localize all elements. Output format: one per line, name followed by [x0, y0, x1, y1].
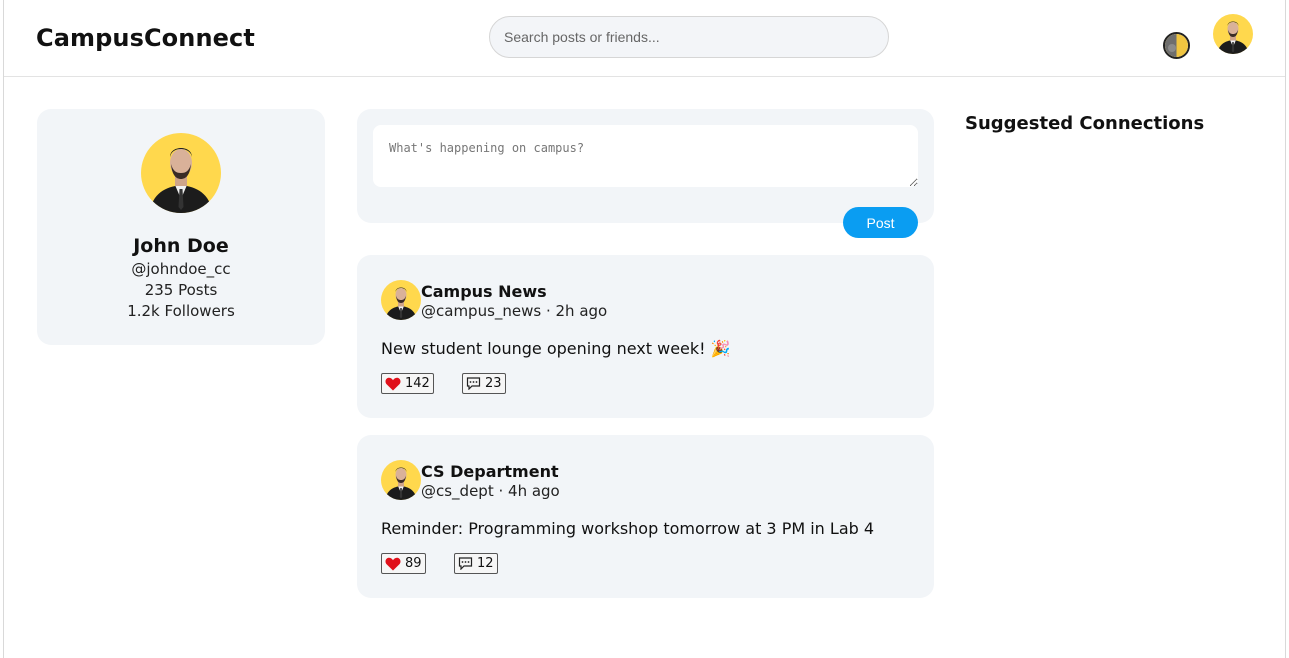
comment-button[interactable]: 12 [454, 553, 498, 574]
heart-icon [385, 377, 401, 390]
profile-followers-count: 1.2k Followers [127, 302, 235, 320]
profile-avatar[interactable] [141, 133, 221, 213]
comment-bubble-icon [466, 377, 481, 390]
like-button[interactable]: 89 [381, 553, 426, 574]
post-body: New student lounge opening next week! 🎉 [381, 339, 731, 358]
profile-posts-count: 235 Posts [144, 281, 218, 299]
like-count: 89 [405, 556, 422, 571]
profile-name: John Doe [133, 235, 229, 257]
half-moon-icon [1165, 34, 1188, 57]
top-navigation-bar: CampusConnect [4, 0, 1285, 77]
compose-textarea[interactable] [373, 125, 918, 187]
author-avatar-icon [381, 280, 421, 320]
post-meta: @campus_news · 2h ago [421, 302, 608, 320]
brand-logo[interactable]: CampusConnect [36, 24, 255, 52]
user-menu-avatar[interactable] [1213, 14, 1253, 54]
post-author-avatar[interactable] [381, 280, 421, 320]
comment-button[interactable]: 23 [462, 373, 506, 394]
comment-bubble-icon [458, 557, 473, 570]
post-button[interactable]: Post [843, 207, 918, 238]
post-author-name[interactable]: Campus News [421, 282, 547, 301]
feed-post: CS Department @cs_dept · 4h ago Reminder… [357, 435, 934, 598]
like-count: 142 [405, 376, 430, 391]
theme-toggle-icon[interactable] [1163, 32, 1190, 59]
feed-post: Campus News @campus_news · 2h ago New st… [357, 255, 934, 418]
comment-count: 23 [485, 376, 502, 391]
suggested-connections-title: Suggested Connections [965, 113, 1205, 134]
author-avatar-icon [381, 460, 421, 500]
comment-count: 12 [477, 556, 494, 571]
post-author-avatar[interactable] [381, 460, 421, 500]
app-window: CampusConnect John Doe @johndoe_cc 235 P… [3, 0, 1286, 658]
heart-icon [385, 557, 401, 570]
profile-avatar-icon [141, 133, 221, 213]
profile-card: John Doe @johndoe_cc 235 Posts 1.2k Foll… [37, 109, 325, 345]
post-meta: @cs_dept · 4h ago [421, 482, 560, 500]
post-composer [357, 109, 934, 223]
search-input[interactable] [489, 16, 889, 58]
like-button[interactable]: 142 [381, 373, 434, 394]
profile-handle: @johndoe_cc [131, 260, 231, 278]
user-avatar-icon [1213, 14, 1253, 54]
post-body: Reminder: Programming workshop tomorrow … [381, 519, 875, 538]
post-author-name[interactable]: CS Department [421, 462, 559, 481]
